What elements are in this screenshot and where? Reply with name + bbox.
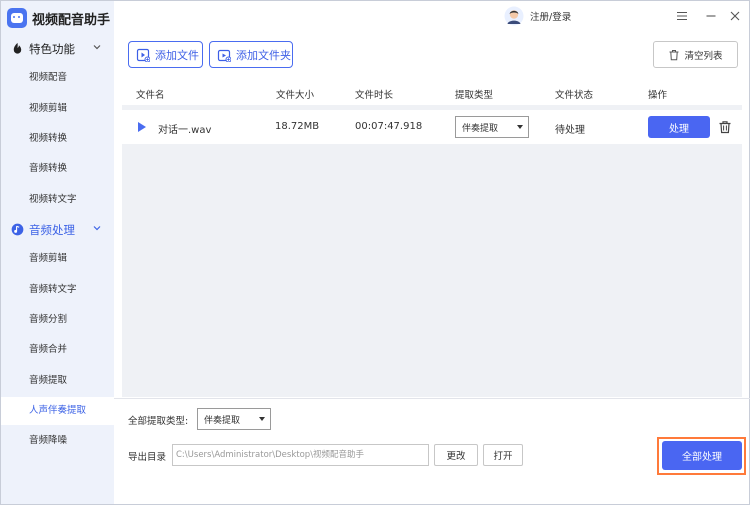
- table-header: 文件名 文件大小 文件时长 提取类型 文件状态 操作: [122, 80, 742, 105]
- global-extract-type-select[interactable]: 伴奏提取: [197, 408, 271, 430]
- file-name: 对话一.wav: [158, 125, 212, 136]
- global-extract-type-value: 伴奏提取: [204, 415, 241, 426]
- extract-type-select[interactable]: 伴奏提取: [455, 116, 529, 138]
- sidebar-group-label: 特色功能: [29, 42, 75, 56]
- delete-icon[interactable]: [718, 120, 732, 134]
- sidebar-group-audio[interactable]: 音频处理: [1, 219, 114, 241]
- sidebar-item-audio-to-text[interactable]: 音频转文字: [1, 276, 114, 304]
- column-header-duration: 文件时长: [355, 90, 394, 101]
- add-folder-icon: [217, 49, 231, 62]
- sidebar: 视频配音助手 特色功能 视频配音 视频剪辑 视频转换 音频转换 视频转文字 音频…: [1, 1, 114, 504]
- sidebar-item-video-to-text[interactable]: 视频转文字: [1, 186, 114, 214]
- add-file-icon: [136, 48, 150, 62]
- table-row: 对话一.wav 18.72MB 00:07:47.918 伴奏提取 待处理 处理: [122, 110, 742, 144]
- dropdown-caret-icon: [517, 125, 523, 129]
- add-file-button[interactable]: 添加文件: [128, 41, 203, 68]
- sidebar-item-audio-extract[interactable]: 音频提取: [1, 367, 114, 395]
- login-link[interactable]: 注册/登录: [530, 9, 571, 23]
- clear-list-button[interactable]: 清空列表: [653, 41, 738, 68]
- output-dir-label: 导出目录: [128, 452, 167, 463]
- add-folder-button[interactable]: 添加文件夹: [209, 41, 293, 68]
- sidebar-item-video-dubbing[interactable]: 视频配音: [1, 64, 114, 92]
- sidebar-item-audio-convert[interactable]: 音频转换: [1, 155, 114, 183]
- audio-icon: [11, 223, 24, 236]
- clear-list-label: 清空列表: [684, 50, 723, 62]
- app-logo-icon: [7, 8, 27, 28]
- close-icon[interactable]: [728, 9, 742, 23]
- column-header-status: 文件状态: [555, 90, 594, 101]
- column-header-type: 提取类型: [455, 90, 494, 101]
- column-header-size: 文件大小: [276, 90, 315, 101]
- chevron-down-icon: [93, 45, 101, 50]
- sidebar-group-label: 音频处理: [29, 223, 75, 237]
- column-header-action: 操作: [648, 90, 668, 101]
- extract-type-label: 全部提取类型:: [128, 416, 189, 427]
- highlight-box: [657, 437, 746, 475]
- sidebar-item-audio-merge[interactable]: 音频合并: [1, 336, 114, 364]
- file-list: [122, 105, 742, 397]
- trash-icon: [669, 49, 679, 60]
- file-size: 18.72MB: [275, 121, 320, 132]
- app-title: 视频配音助手: [32, 12, 111, 28]
- menu-icon[interactable]: [675, 9, 689, 23]
- sidebar-item-audio-denoise[interactable]: 音频降噪: [1, 427, 114, 455]
- sidebar-group-features[interactable]: 特色功能: [1, 38, 114, 60]
- extract-type-value: 伴奏提取: [462, 123, 499, 134]
- play-icon[interactable]: [138, 122, 146, 132]
- footer-divider: [114, 398, 750, 399]
- open-dir-button[interactable]: 打开: [483, 444, 523, 466]
- dropdown-caret-icon: [259, 417, 265, 421]
- process-button[interactable]: 处理: [648, 116, 710, 138]
- sidebar-item-vocal-separation[interactable]: 人声伴奏提取: [1, 397, 114, 425]
- avatar-icon: [504, 6, 524, 26]
- sidebar-item-video-convert[interactable]: 视频转换: [1, 125, 114, 153]
- chevron-down-icon: [93, 226, 101, 231]
- column-header-name: 文件名: [136, 90, 165, 101]
- feature-icon: [13, 42, 22, 54]
- sidebar-item-video-edit[interactable]: 视频剪辑: [1, 95, 114, 123]
- sidebar-item-audio-edit[interactable]: 音频剪辑: [1, 245, 114, 273]
- change-dir-button[interactable]: 更改: [434, 444, 478, 466]
- add-file-label: 添加文件: [155, 48, 199, 62]
- brand: 视频配音助手: [7, 7, 110, 29]
- file-duration: 00:07:47.918: [355, 121, 423, 132]
- file-status: 待处理: [555, 125, 585, 136]
- add-folder-label: 添加文件夹: [236, 48, 291, 62]
- minimize-icon[interactable]: [704, 9, 718, 23]
- sidebar-item-audio-split[interactable]: 音频分割: [1, 306, 114, 334]
- output-dir-field[interactable]: C:\Users\Administrator\Desktop\视频配音助手: [172, 444, 429, 466]
- user-login[interactable]: 注册/登录: [504, 6, 571, 26]
